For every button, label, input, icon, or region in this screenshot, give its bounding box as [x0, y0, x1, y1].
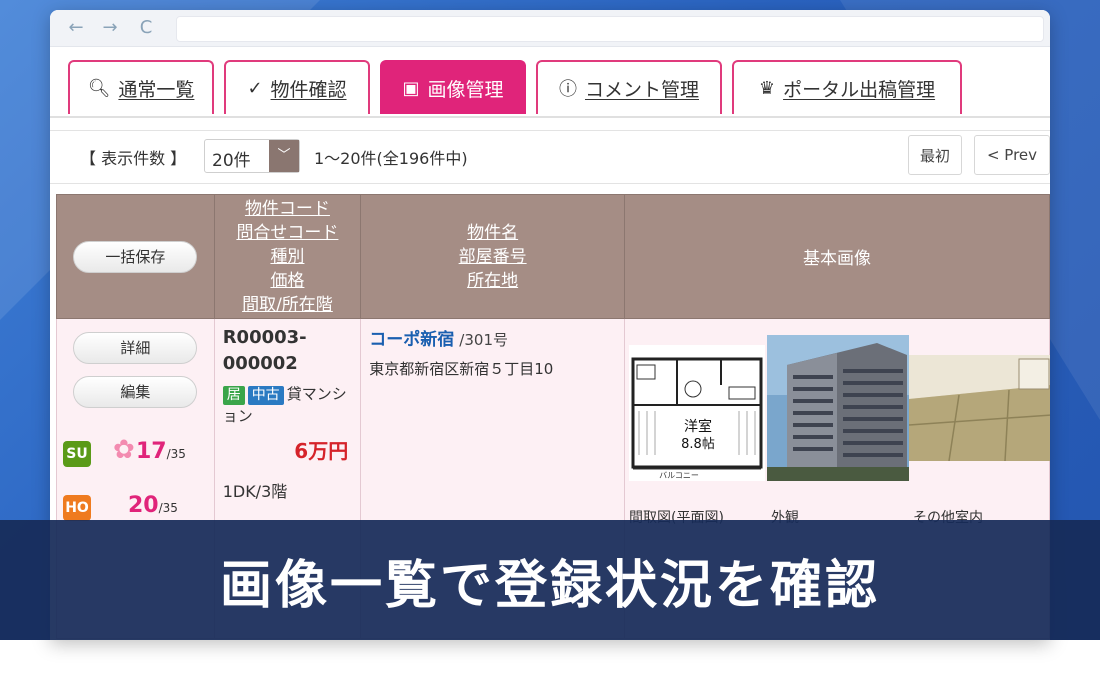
suumo-score: SU ✿ 17/35 — [63, 435, 186, 467]
interior-image-cell: その他室内 — [909, 319, 1050, 526]
floorplan-image-cell: 洋室 8.8帖 バルコニー 間取図(平面図) — [625, 319, 767, 526]
floorplan-room-size: 8.8帖 — [681, 437, 715, 452]
display-count-label: 【 表示件数 】 — [80, 149, 187, 168]
select-value: 20件 — [212, 151, 251, 171]
image-icon: ▣ — [402, 77, 420, 99]
residence-tag: 居 — [222, 386, 245, 405]
forward-arrow-icon[interactable]: → — [98, 16, 122, 40]
sort-room-number[interactable]: 部屋番号 — [362, 245, 623, 269]
address-bar[interactable] — [176, 16, 1044, 42]
sort-property-name[interactable]: 物件名 — [362, 221, 623, 245]
sort-layout-floor[interactable]: 間取/所在階 — [216, 293, 360, 317]
result-range: 1～20件(全196件中) — [314, 149, 468, 168]
banner-title: 画像一覧で登録状況を確認 — [219, 555, 880, 616]
tab-property-check[interactable]: ✓ 物件確認 — [224, 60, 370, 114]
price: 6万円 — [294, 439, 349, 463]
alert-circle-icon: ⓘ — [558, 79, 577, 100]
check-circle-icon: ✓ — [247, 77, 263, 99]
reload-icon[interactable]: C — [134, 16, 158, 40]
first-page-button[interactable]: 最初 — [908, 135, 962, 175]
flower-icon: ✿ — [113, 435, 135, 465]
sort-property-code[interactable]: 物件コード — [216, 197, 360, 221]
tab-comment-management[interactable]: ⓘ コメント管理 — [536, 60, 722, 114]
search-icon: 🔍︎ — [87, 77, 111, 99]
sort-address[interactable]: 所在地 — [362, 269, 623, 293]
display-count-select[interactable]: 20件 ﹀ — [204, 139, 300, 173]
score-max: /35 — [158, 501, 178, 515]
crown-icon: ♛ — [758, 77, 776, 99]
property-code: R00003-000002 — [222, 327, 307, 374]
tab-portal-management[interactable]: ♛ ポータル出稿管理 — [732, 60, 962, 114]
sort-type[interactable]: 種別 — [216, 245, 360, 269]
address: 東京都新宿区新宿５丁目10 — [369, 360, 554, 378]
homes-score: HO 20/35 — [63, 493, 178, 521]
images-header: 基本画像 — [624, 194, 1050, 319]
tab-label: 通常一覧 — [118, 78, 195, 101]
page-footer-strip — [0, 640, 1100, 676]
layout-floor: 1DK/3階 — [222, 482, 288, 501]
used-tag: 中古 — [247, 386, 284, 405]
chevron-down-icon: ﹀ — [269, 140, 299, 172]
balcony-label: バルコニー — [659, 471, 699, 480]
exterior-photo[interactable] — [767, 335, 910, 481]
room-number: /301号 — [459, 331, 508, 349]
property-name-link[interactable]: コーポ新宿 — [369, 330, 454, 350]
list-toolbar: 【 表示件数 】 20件 ﹀ 1～20件(全196件中) 最初 < Prev — [50, 130, 1050, 184]
homes-logo: HO — [63, 495, 91, 521]
bulk-save-header: 一括保存 — [56, 194, 215, 319]
exterior-image-cell: 外観 — [767, 319, 910, 526]
tab-label: ポータル出稿管理 — [783, 78, 936, 101]
detail-button[interactable]: 詳細 — [73, 332, 198, 364]
back-arrow-icon[interactable]: ← — [64, 16, 88, 40]
score-max: /35 — [166, 447, 186, 461]
tab-underline — [50, 116, 1050, 118]
tab-label: コメント管理 — [584, 78, 699, 101]
tab-label: 物件確認 — [270, 78, 347, 101]
floorplan-image[interactable]: 洋室 8.8帖 バルコニー — [629, 345, 766, 481]
edit-button[interactable]: 編集 — [73, 376, 198, 408]
suumo-logo: SU — [63, 441, 91, 467]
score-value: 20 — [128, 493, 159, 518]
tab-image-management[interactable]: ▣ 画像管理 — [380, 60, 526, 114]
bulk-save-button[interactable]: 一括保存 — [73, 240, 198, 273]
code-header: 物件コード 問合せコード 種別 価格 間取/所在階 — [213, 194, 362, 319]
browser-chrome: ← → C — [50, 10, 1050, 47]
floorplan-room-label: 洋室 — [684, 418, 712, 435]
interior-photo[interactable] — [909, 355, 1050, 461]
caption-banner: 画像一覧で登録状況を確認 — [0, 520, 1100, 640]
prev-page-button[interactable]: < Prev — [974, 135, 1050, 175]
sort-inquiry-code[interactable]: 問合せコード — [216, 221, 360, 245]
sort-price[interactable]: 価格 — [216, 269, 360, 293]
type-row: 居中古 貸マンション — [222, 383, 355, 427]
tab-normal-list[interactable]: 🔍︎ 通常一覧 — [68, 60, 214, 114]
name-header: 物件名 部屋番号 所在地 — [360, 194, 626, 319]
score-value: 17 — [136, 439, 167, 464]
tab-label: 画像管理 — [427, 78, 504, 101]
